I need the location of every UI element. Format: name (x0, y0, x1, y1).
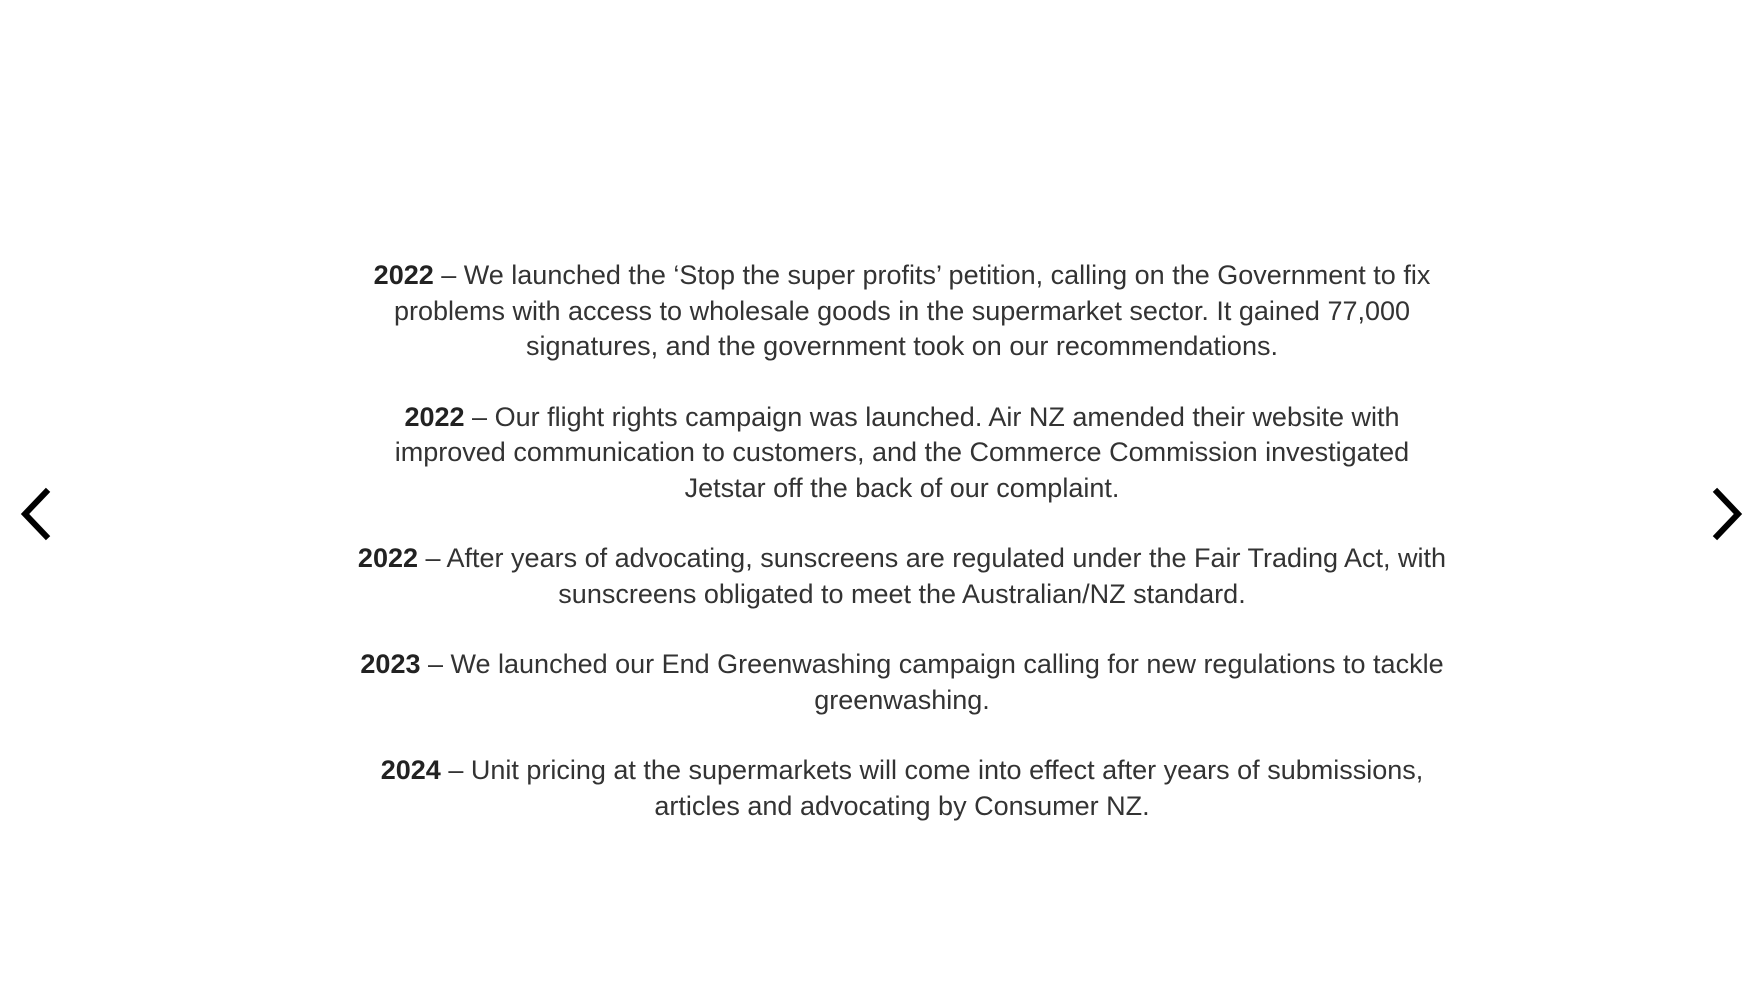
chevron-right-icon (1712, 487, 1743, 541)
timeline-entry: 2024 – Unit pricing at the supermarkets … (352, 753, 1452, 824)
timeline-entry: 2022 – We launched the ‘Stop the super p… (352, 258, 1452, 365)
entry-text: – We launched our End Greenwashing campa… (420, 649, 1444, 715)
entry-year: 2023 (360, 649, 421, 679)
entry-year: 2022 (357, 543, 418, 573)
entry-text: – Unit pricing at the supermarkets will … (440, 755, 1424, 821)
entry-year: 2022 (404, 401, 465, 432)
entry-text: – We launched the ‘Stop the super profit… (393, 260, 1431, 361)
next-slide-button[interactable] (1708, 487, 1748, 541)
timeline-entry: 2023 – We launched our End Greenwashing … (352, 647, 1452, 718)
timeline-entry: 2022 – After years of advocating, sunscr… (352, 541, 1452, 612)
timeline-slide: 2022 – We launched the ‘Stop the super p… (0, 0, 1754, 986)
timeline-text: 2022 – We launched the ‘Stop the super p… (352, 258, 1452, 824)
previous-slide-button[interactable] (15, 487, 55, 541)
entry-year: 2022 (373, 260, 434, 290)
chevron-left-icon (20, 487, 51, 541)
entry-year: 2024 (380, 755, 441, 785)
entry-text: – After years of advocating, sunscreens … (418, 543, 1447, 609)
timeline-entry: 2022 – Our flight rights campaign was la… (352, 400, 1452, 507)
entry-text: – Our flight rights campaign was launche… (394, 401, 1410, 503)
